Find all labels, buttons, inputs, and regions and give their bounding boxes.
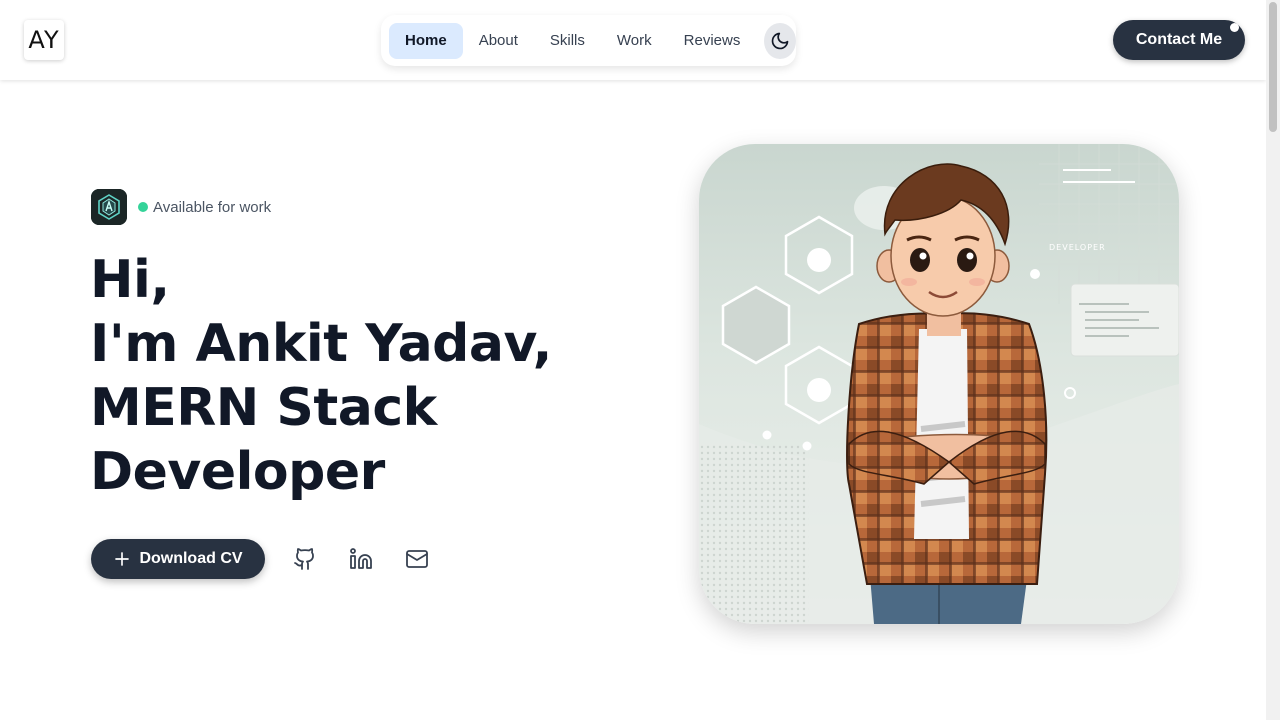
nav-about[interactable]: About — [463, 23, 534, 59]
github-icon — [294, 548, 314, 570]
nav-skills[interactable]: Skills — [534, 23, 601, 59]
download-cv-label: Download CV — [139, 550, 243, 567]
developer-cartoon-illustration: DEVELOPER — [699, 144, 1179, 624]
avatar — [91, 189, 127, 225]
avatar-logo-icon — [91, 189, 127, 225]
contact-me-label: Contact Me — [1135, 31, 1223, 48]
linkedin-icon — [350, 548, 372, 569]
site-header: AY Home About Skills Work Reviews Contac… — [0, 0, 1266, 80]
notification-dot — [1230, 23, 1239, 32]
hero-role-line1: MERN Stack — [90, 378, 437, 438]
mail-icon — [406, 550, 428, 568]
github-link[interactable] — [285, 539, 325, 579]
cta-row: Download CV — [91, 539, 437, 579]
theme-toggle-button[interactable] — [764, 22, 796, 59]
status-dot — [138, 202, 148, 212]
hero-name: I'm Ankit Yadav, — [90, 314, 552, 374]
scrollbar-thumb[interactable] — [1269, 2, 1277, 132]
developer-screen-text: DEVELOPER — [1049, 243, 1106, 252]
status-text: Available for work — [153, 198, 272, 216]
moon-icon — [771, 32, 789, 49]
hero-greeting: Hi, — [90, 250, 170, 310]
main-nav: Home About Skills Work Reviews — [381, 15, 796, 66]
profile-illustration: DEVELOPER — [699, 144, 1179, 624]
hero-role-line2: Developer — [90, 442, 385, 502]
download-cv-button[interactable]: Download CV — [91, 539, 265, 579]
linkedin-link[interactable] — [341, 539, 381, 579]
nav-home[interactable]: Home — [389, 22, 463, 59]
contact-me-button[interactable]: Contact Me — [1113, 20, 1245, 60]
plus-icon — [115, 552, 130, 566]
availability-status: Available for work — [91, 189, 271, 225]
social-links — [285, 539, 437, 579]
nav-work[interactable]: Work — [601, 23, 668, 59]
site-logo[interactable]: AY — [24, 20, 64, 60]
nav-reviews[interactable]: Reviews — [668, 23, 757, 59]
hero-title: Hi, I'm Ankit Yadav, MERN Stack Develope… — [90, 248, 610, 504]
email-link[interactable] — [397, 539, 437, 579]
